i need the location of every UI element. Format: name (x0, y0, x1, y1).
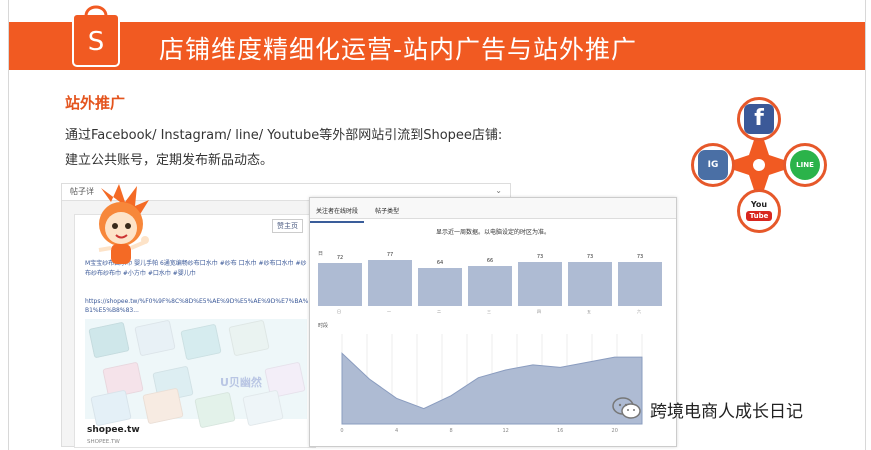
social-icons-cluster: f IG LINE You Tube (689, 95, 829, 235)
bar-value-label: 73 (636, 254, 644, 261)
bar-category-label: 六 (637, 309, 641, 314)
tab-online-times[interactable]: 关注者在线时段 (310, 200, 365, 223)
footer-brand: 跨境电商人成长日记 (650, 402, 803, 422)
area-x-tick-label: 0 (340, 428, 343, 434)
bar-category-label: 四 (537, 309, 541, 314)
area-x-tick-label: 12 (502, 428, 508, 434)
day-bar (468, 266, 512, 306)
bar-category-label: 一 (387, 309, 391, 314)
day-bar (418, 267, 462, 306)
mascot-illustration (98, 184, 149, 264)
title-banner: 店铺维度精细化运营-站内广告与站外推广 (9, 22, 865, 70)
area-x-tick-label: 8 (449, 428, 452, 434)
area-x-tick-label: 4 (395, 428, 398, 434)
like-page-button[interactable]: 赞主页 (272, 219, 303, 233)
area-x-tick-label: 20 (612, 428, 618, 434)
instagram-icon[interactable]: IG (698, 150, 728, 180)
area-x-tick-label: 16 (557, 428, 563, 434)
data-notice: 显示近一周数据。以电脑设定的时区为准。 (435, 229, 550, 236)
insights-tabs: 关注者在线时段 帖子类型 (310, 198, 676, 223)
day-bar (368, 259, 412, 306)
day-bar (568, 262, 612, 306)
slide: 店铺维度精细化运营-站内广告与站外推广 S 站外推广 通过Facebook/ I… (8, 0, 866, 450)
body-text-line-2: 建立公共账号，定期发布新品动态。 (65, 153, 274, 168)
line-icon[interactable]: LINE (790, 150, 820, 180)
brand-letter: S (88, 27, 105, 57)
bar-category-label: 二 (437, 309, 441, 314)
shop-subtitle: SHOPEE.TW (87, 439, 120, 445)
tab-post-types[interactable]: 帖子类型 (369, 200, 405, 221)
shopee-bag-icon: S (72, 5, 120, 67)
bar-category-label: 五 (587, 309, 591, 314)
chevron-down-icon: ⌄ (495, 186, 502, 195)
bar-value-label: 72 (336, 254, 344, 261)
bar-value-label: 73 (586, 254, 594, 261)
day-bar (318, 262, 362, 306)
youtube-icon[interactable]: You Tube (744, 196, 774, 226)
shop-name[interactable]: shopee.tw (87, 425, 140, 435)
section-title: 站外推广 (65, 94, 126, 112)
day-section-label: 日 (318, 251, 324, 257)
day-bar (518, 262, 562, 306)
day-bar (618, 262, 662, 306)
watermark: U贝幽然 (220, 376, 262, 389)
body-text-line-1: 通过Facebook/ Instagram/ line/ Youtube等外部网… (65, 128, 503, 143)
product-image: U贝幽然 (85, 319, 307, 429)
wechat-icon (612, 397, 641, 419)
page-title: 店铺维度精细化运营-站内广告与站外推广 (159, 35, 638, 64)
hour-area-chart: 0 4 8 12 16 20 (340, 334, 643, 434)
bar-category-label: 日 (337, 309, 341, 314)
bar-value-label: 64 (436, 259, 444, 266)
post-link[interactable]: https://shopee.tw/%F0%9F%8C%8D%E5%AE%9D%… (85, 297, 310, 315)
bar-value-label: 73 (536, 254, 544, 261)
bar-value-label: 77 (386, 251, 394, 258)
facebook-icon[interactable]: f (744, 104, 774, 134)
bar-category-label: 三 (487, 309, 491, 314)
bar-value-label: 66 (486, 258, 494, 265)
